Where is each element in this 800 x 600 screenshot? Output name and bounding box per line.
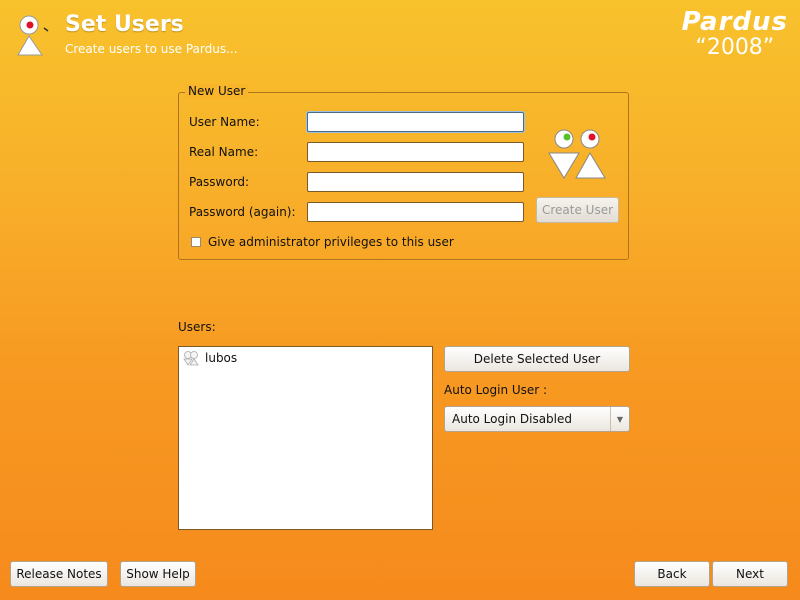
admin-privileges-label: Give administrator privileges to this us…: [208, 235, 454, 249]
pardus-logo: Pardus “2008”: [682, 8, 788, 60]
brand-name: Pardus: [681, 7, 788, 37]
back-button[interactable]: Back: [634, 561, 710, 587]
new-user-group-title: New User: [185, 84, 249, 98]
brand-year: “2008”: [695, 35, 775, 60]
admin-privileges-checkbox[interactable]: [191, 237, 201, 247]
users-illustration-icon: [546, 128, 608, 182]
username-label: User Name:: [189, 115, 260, 129]
show-help-button[interactable]: Show Help: [120, 561, 196, 587]
auto-login-select[interactable]: Auto Login Disabled ▼: [444, 406, 630, 432]
password-again-label: Password (again):: [189, 205, 296, 219]
header-user-icon: [16, 14, 56, 58]
users-label: Users:: [178, 320, 216, 334]
page-subtitle: Create users to use Pardus...: [65, 42, 238, 56]
delete-selected-user-button[interactable]: Delete Selected User: [444, 346, 630, 372]
users-list[interactable]: lubos: [178, 346, 433, 530]
create-user-button[interactable]: Create User: [536, 197, 619, 223]
auto-login-selected-value: Auto Login Disabled: [452, 412, 572, 426]
user-name: lubos: [205, 351, 238, 365]
realname-input[interactable]: [307, 142, 524, 162]
user-icon: [183, 350, 199, 366]
password-again-input[interactable]: [307, 202, 524, 222]
next-button[interactable]: Next: [712, 561, 788, 587]
chevron-down-icon[interactable]: ▼: [610, 407, 629, 431]
password-label: Password:: [189, 175, 250, 189]
release-notes-button[interactable]: Release Notes: [10, 561, 108, 587]
auto-login-label: Auto Login User :: [444, 383, 548, 397]
page-title: Set Users: [65, 12, 184, 37]
realname-label: Real Name:: [189, 145, 259, 159]
list-item[interactable]: lubos: [183, 349, 237, 367]
username-input[interactable]: [307, 112, 524, 132]
password-input[interactable]: [307, 172, 524, 192]
